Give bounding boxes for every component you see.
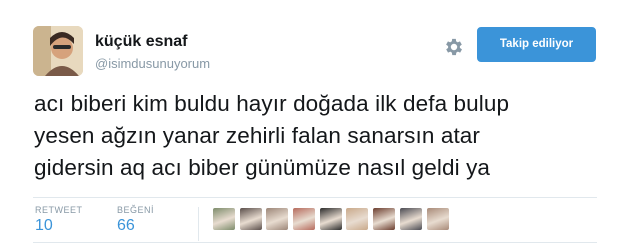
divider: [33, 197, 597, 198]
retweet-stat[interactable]: RETWEET 10: [35, 205, 83, 235]
liker-avatar-5-icon[interactable]: [319, 208, 342, 230]
liker-avatar-9-icon[interactable]: [426, 208, 449, 230]
tweet-text: acı biberi kim buldu hayır doğada ilk de…: [34, 91, 510, 180]
liker-avatar-3-icon[interactable]: [266, 208, 289, 230]
liker-avatar-7-icon[interactable]: [373, 208, 396, 230]
following-button[interactable]: Takip ediliyor: [477, 27, 596, 62]
liker-avatar-4-icon[interactable]: [293, 208, 316, 230]
liker-avatar-1-icon[interactable]: [213, 208, 235, 230]
stats-separator: [198, 207, 199, 241]
liker-avatar-8-icon[interactable]: [399, 208, 422, 230]
author-display-name[interactable]: küçük esnaf: [95, 33, 187, 51]
liker-avatar-6-icon[interactable]: [346, 208, 369, 230]
author-username[interactable]: @isimdusunuyorum: [95, 56, 210, 71]
liker-avatar-2-icon[interactable]: [239, 208, 262, 230]
avatar-photo-icon: [33, 26, 83, 76]
retweet-label: RETWEET: [35, 205, 83, 215]
like-count: 66: [117, 217, 135, 234]
like-label: BEĞENİ: [117, 205, 155, 215]
author-avatar[interactable]: [33, 26, 83, 76]
retweet-count: 10: [35, 217, 53, 234]
like-stat[interactable]: BEĞENİ 66: [117, 205, 154, 235]
gear-icon[interactable]: [443, 36, 465, 58]
liker-avatars: [213, 208, 453, 230]
